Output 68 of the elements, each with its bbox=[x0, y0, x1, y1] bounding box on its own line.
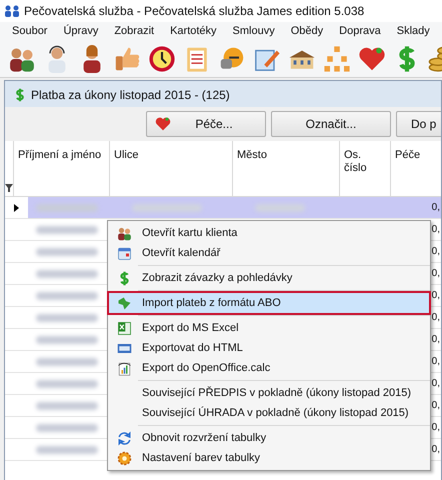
gear-icon bbox=[116, 450, 132, 466]
context-menu-item[interactable]: Export do OpenOffice.calc bbox=[109, 358, 429, 378]
blurred-text bbox=[36, 204, 98, 212]
table-cell-text: 0, bbox=[432, 443, 441, 457]
heart-icon bbox=[155, 116, 171, 132]
clock-icon bbox=[148, 44, 176, 72]
context-menu-item[interactable]: Otevřít kartu klienta bbox=[109, 223, 429, 243]
table-cell-text: 0, bbox=[432, 399, 441, 413]
blurred-text bbox=[36, 226, 98, 234]
blurred-text bbox=[36, 424, 98, 432]
menu-item[interactable]: Sklady bbox=[396, 22, 430, 40]
context-menu-item[interactable]: Zobrazit závazky a pohledávky bbox=[109, 268, 429, 288]
context-menu-item[interactable]: Otevřít kalendář bbox=[109, 243, 429, 263]
table-cell-text: 0, bbox=[432, 421, 441, 435]
table-cell-text: 0, bbox=[432, 223, 441, 237]
table-cell-text: 0, bbox=[432, 267, 441, 281]
menu-item[interactable]: Doprava bbox=[339, 22, 381, 40]
menu-item[interactable]: Soubor bbox=[12, 22, 48, 40]
dollar-icon bbox=[13, 88, 27, 102]
blurred-text bbox=[36, 292, 98, 300]
context-menu-item[interactable]: Související ÚHRADA v pokladně (úkony listopad 2015) bbox=[109, 403, 429, 423]
column-header[interactable]: Ulice bbox=[109, 141, 232, 196]
app-logo-icon bbox=[4, 5, 20, 17]
panel-button[interactable]: Označit... bbox=[271, 111, 391, 137]
table-cell-text: 0, bbox=[432, 355, 441, 369]
blurred-text bbox=[36, 314, 98, 322]
spreadsheet-icon bbox=[116, 320, 132, 336]
calendar-icon bbox=[116, 246, 132, 260]
table-cell-text: 0, bbox=[432, 333, 441, 347]
context-menu-item[interactable]: Obnovit rozvržení tabulky bbox=[109, 428, 429, 448]
menu-item[interactable]: Obědy bbox=[290, 22, 324, 40]
window-title: Pečovatelská služba - Pečovatelská služba James edition 5.038 bbox=[24, 3, 364, 20]
table-row[interactable]: 0, bbox=[28, 197, 441, 218]
column-header[interactable]: Příjmení a jméno bbox=[13, 141, 109, 196]
blurred-text bbox=[36, 380, 98, 388]
menu-item[interactable]: Úpravy bbox=[63, 22, 98, 40]
panel-button[interactable]: Do p bbox=[396, 111, 441, 137]
blurred-text bbox=[36, 358, 98, 366]
bar-chart-icon bbox=[116, 360, 132, 376]
panel-button[interactable]: Péče... bbox=[146, 111, 266, 137]
column-header[interactable]: Os. číslo bbox=[339, 141, 390, 196]
table-cell-text: 0, bbox=[432, 377, 441, 391]
table-cell-text: 0, bbox=[432, 201, 441, 215]
table-cell-text: 0, bbox=[432, 311, 441, 325]
refresh-icon bbox=[116, 430, 132, 446]
context-menu-item[interactable]: Nastavení barev tabulky bbox=[109, 448, 429, 468]
table-cell-text: 0, bbox=[432, 245, 441, 259]
context-menu-item[interactable]: Export do MS Excel bbox=[109, 318, 429, 338]
column-header[interactable]: Péče bbox=[390, 141, 442, 196]
table-cell-text: 0, bbox=[432, 289, 441, 303]
context-menu-item[interactable]: Exportovat do HTML bbox=[109, 338, 429, 358]
menu-item[interactable]: Zobrazit bbox=[114, 22, 154, 40]
blurred-text bbox=[36, 270, 98, 278]
context-menu-item[interactable]: Import plateb z formátu ABO bbox=[109, 293, 429, 313]
blurred-text bbox=[36, 248, 98, 256]
arrow-icon bbox=[116, 296, 132, 310]
toolbar-button[interactable] bbox=[148, 44, 176, 74]
child-window-title: Platba za úkony listopad 2015 - (125) bbox=[31, 87, 230, 104]
filter-icon bbox=[5, 184, 13, 192]
column-header[interactable]: Město bbox=[232, 141, 339, 196]
blurred-text bbox=[36, 446, 98, 454]
hierarchy-icon bbox=[323, 44, 351, 72]
blurred-text bbox=[36, 336, 98, 344]
menu-item[interactable]: Smlouvy bbox=[232, 22, 275, 40]
menu-item[interactable]: Kartotéky bbox=[170, 22, 217, 40]
blurred-text bbox=[36, 402, 98, 410]
context-menu-item[interactable]: Související PŘEDPIS v pokladně (úkony listopad 2015) bbox=[109, 383, 429, 403]
people-icon bbox=[116, 226, 132, 240]
